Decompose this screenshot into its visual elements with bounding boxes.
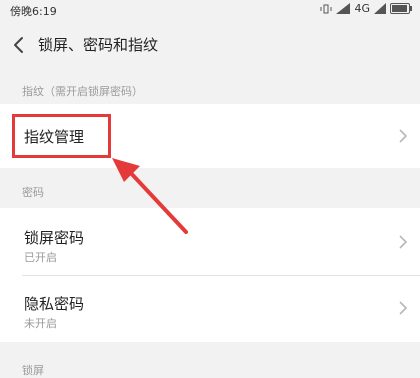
vibrate-icon	[320, 4, 332, 13]
row-label: 隐私密码	[24, 295, 85, 313]
signal-icon-secondary	[374, 3, 386, 14]
password-list: 锁屏密码 已开启 隐私密码 未开启	[0, 208, 420, 342]
row-label: 锁屏密码	[24, 229, 85, 247]
section-header-password-text: 密码	[22, 186, 44, 199]
network-type: 4G	[354, 2, 370, 15]
back-arrow-icon[interactable]	[8, 33, 30, 57]
section-header-fingerprint-text: 指纹（需开启锁屏密码）	[22, 85, 143, 98]
status-bar: 傍晚6:19 4G	[0, 0, 420, 20]
row-status: 已开启	[24, 251, 57, 264]
highlight-box	[12, 114, 111, 158]
chevron-right-icon	[399, 235, 408, 249]
status-time: 傍晚6:19	[10, 5, 57, 18]
title-bar: 锁屏、密码和指纹	[0, 20, 420, 74]
section-header-password: 密码	[0, 168, 420, 208]
row-privacy-password[interactable]: 隐私密码 未开启	[0, 276, 420, 342]
page-title: 锁屏、密码和指纹	[38, 36, 159, 54]
row-status: 未开启	[24, 317, 57, 330]
battery-icon	[390, 3, 412, 14]
section-header-lockscreen: 锁屏	[0, 342, 420, 378]
section-header-lockscreen-text: 锁屏	[22, 364, 44, 377]
chevron-right-icon	[399, 129, 408, 143]
status-indicators: 4G	[320, 2, 412, 15]
row-lockscreen-password[interactable]: 锁屏密码 已开启	[0, 208, 420, 275]
signal-icon	[336, 3, 351, 14]
chevron-right-icon	[399, 301, 408, 315]
